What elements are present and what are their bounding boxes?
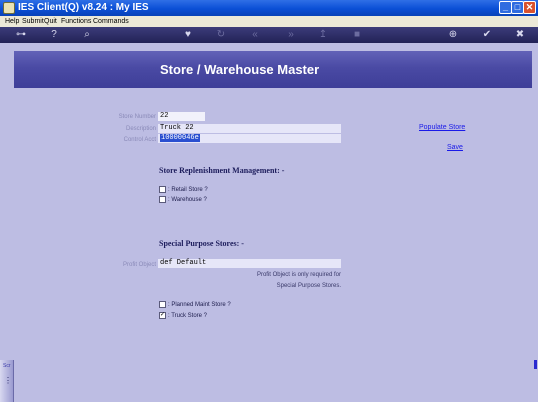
close-icon[interactable]: ✖	[514, 29, 526, 41]
menu-commands[interactable]: Commands	[93, 16, 129, 27]
stop-icon[interactable]: ■	[351, 29, 363, 41]
check-icon[interactable]: ✔	[481, 29, 493, 41]
description-field[interactable]: Truck 22	[158, 124, 341, 133]
close-window-button[interactable]: ✕	[523, 1, 536, 14]
truck-store-checkbox[interactable]: ✓	[159, 312, 166, 319]
description-label: Description	[125, 126, 156, 132]
grip-icon: ⋮	[4, 376, 12, 385]
menu-bar: Help Submit Quit Functions Commands	[0, 16, 538, 27]
main-content: Store / Warehouse Master Store Number 22…	[0, 43, 538, 402]
globe-icon[interactable]: ⊕	[447, 29, 459, 41]
menu-functions[interactable]: Functions	[61, 16, 91, 27]
side-panel-tab[interactable]: Scr ⋮	[0, 360, 14, 402]
forward-icon[interactable]: »	[285, 29, 297, 41]
search-icon[interactable]: ⌕	[81, 29, 93, 41]
special-purpose-heading: Special Purpose Stores: -	[159, 239, 244, 248]
profit-object-note-line1: Profit Object is only required for	[256, 272, 341, 278]
profit-object-field[interactable]: def Default	[158, 259, 341, 268]
refresh-icon[interactable]: ↻	[215, 29, 227, 41]
replenishment-heading: Store Replenishment Management: -	[159, 166, 285, 175]
page-title: Store / Warehouse Master	[160, 62, 320, 77]
profit-object-note-line2: Special Purpose Stores.	[276, 283, 341, 289]
export-icon[interactable]: ↥	[317, 29, 329, 41]
profit-object-label: Profit Object	[122, 262, 156, 268]
title-bar: IES Client(Q) v8.24 : My IES _ □ ✕	[0, 0, 538, 16]
populate-store-link[interactable]: Populate Store	[419, 124, 465, 131]
help-icon[interactable]: ?	[48, 29, 60, 41]
window-title: IES Client(Q) v8.24 : My IES	[18, 2, 149, 13]
warehouse-label: : Warehouse ?	[168, 197, 207, 203]
menu-submit[interactable]: Submit	[22, 16, 44, 27]
back-icon[interactable]: «	[249, 29, 261, 41]
save-link[interactable]: Save	[447, 144, 463, 151]
retail-store-checkbox[interactable]	[159, 186, 166, 193]
scroll-marker[interactable]	[534, 360, 537, 369]
planned-maint-checkbox[interactable]	[159, 301, 166, 308]
control-acct-value: 10000046e	[160, 134, 200, 142]
page-header: Store / Warehouse Master	[14, 51, 532, 88]
retail-store-label: : Retail Store ?	[168, 187, 208, 193]
store-number-field[interactable]: 22	[158, 112, 205, 121]
control-acct-label: Control Acct	[123, 137, 156, 143]
warehouse-checkbox[interactable]	[159, 196, 166, 203]
truck-store-label: : Truck Store ?	[168, 313, 208, 319]
key-icon[interactable]: ⊶	[12, 29, 30, 41]
side-tab-label: Scr	[3, 363, 11, 369]
app-icon	[3, 2, 15, 14]
menu-help[interactable]: Help	[5, 16, 19, 27]
planned-maint-label: : Planned Maint Store ?	[168, 302, 231, 308]
heart-icon[interactable]: ♥	[182, 29, 194, 41]
control-acct-field[interactable]: 10000046e	[158, 134, 341, 143]
menu-quit[interactable]: Quit	[44, 16, 57, 27]
toolbar: ⊶ ? ⌕ ♥ ↻ « » ↥ ■ ⊕ ✔ ✖	[0, 27, 538, 43]
store-number-label: Store Number	[118, 114, 156, 120]
